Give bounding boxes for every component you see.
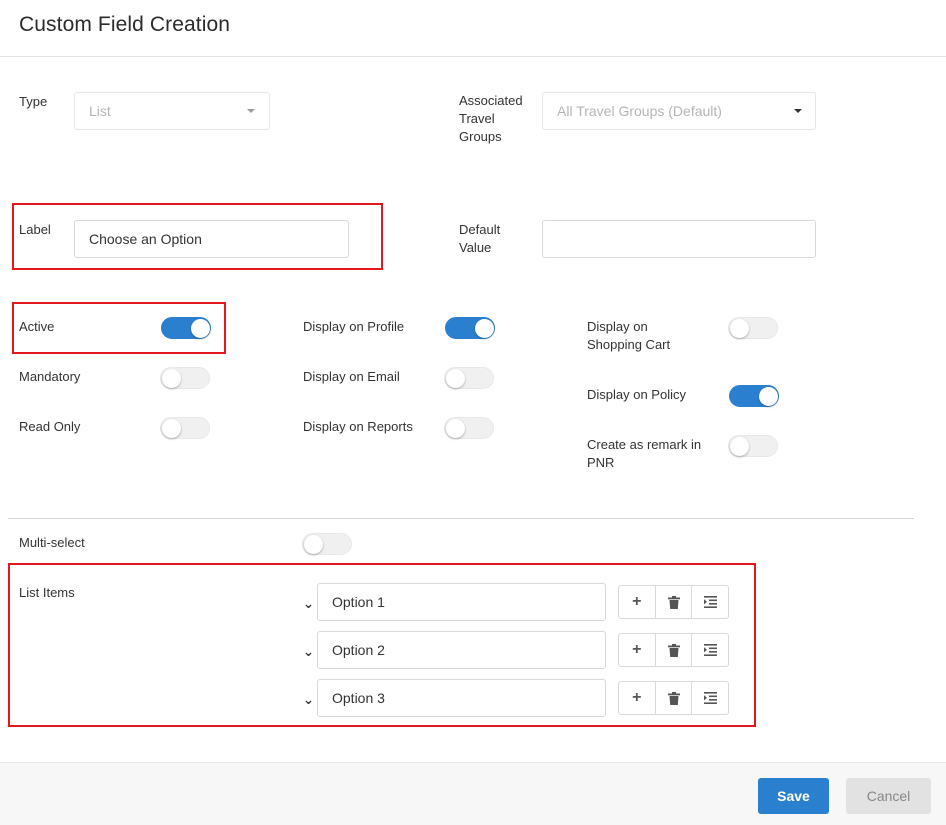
display-reports-label: Display on Reports — [303, 419, 413, 434]
default-value-label: Default Value — [459, 221, 500, 257]
highlight-box-list-items — [8, 563, 756, 727]
display-profile-toggle[interactable] — [445, 317, 495, 339]
toggle-knob — [162, 419, 181, 438]
travel-groups-label-line: Travel — [459, 111, 495, 126]
highlight-box-label — [12, 203, 383, 270]
remark-pnr-label: Create as remark in PNR — [587, 436, 701, 472]
mandatory-label: Mandatory — [19, 369, 81, 384]
travel-groups-label-line: Groups — [459, 129, 502, 144]
display-reports-toggle[interactable] — [444, 417, 494, 439]
toggle-knob — [730, 319, 749, 338]
display-cart-label-line: Shopping Cart — [587, 337, 671, 352]
type-select[interactable]: List — [74, 92, 270, 130]
display-email-label: Display on Email — [303, 369, 400, 384]
section-divider — [8, 518, 914, 519]
travel-groups-select-value: All Travel Groups (Default) — [557, 103, 722, 119]
highlight-box-active — [12, 302, 226, 354]
toggle-knob — [446, 419, 465, 438]
read-only-label: Read Only — [19, 419, 81, 434]
page-title: Custom Field Creation — [19, 13, 231, 36]
remark-pnr-label-line: Create as remark in — [587, 437, 702, 452]
multi-select-toggle[interactable] — [302, 533, 352, 555]
toggle-knob — [162, 369, 181, 388]
dialog-header: Custom Field Creation — [0, 0, 946, 57]
default-value-label-line: Default — [459, 222, 501, 237]
type-label: Type — [19, 94, 48, 109]
toggle-knob — [475, 319, 494, 338]
multi-select-label: Multi-select — [19, 535, 85, 550]
toggle-knob — [759, 387, 778, 406]
save-button[interactable]: Save — [758, 778, 829, 814]
dialog-footer: Save Cancel — [0, 762, 946, 825]
display-email-toggle[interactable] — [444, 367, 494, 389]
toggle-knob — [304, 535, 323, 554]
remark-pnr-label-line: PNR — [587, 455, 615, 470]
cancel-button[interactable]: Cancel — [846, 778, 931, 814]
display-profile-label: Display on Profile — [303, 319, 405, 334]
toggle-knob — [730, 437, 749, 456]
display-cart-label: Display on Shopping Cart — [587, 318, 670, 354]
display-cart-toggle[interactable] — [728, 317, 778, 339]
remark-pnr-toggle[interactable] — [728, 435, 778, 457]
display-policy-toggle[interactable] — [729, 385, 779, 407]
type-select-value: List — [89, 103, 111, 119]
default-value-label-line: Value — [459, 240, 492, 255]
chevron-down-icon — [794, 109, 802, 113]
mandatory-toggle[interactable] — [160, 367, 210, 389]
travel-groups-label-line: Associated — [459, 93, 523, 108]
display-cart-label-line: Display on — [587, 319, 648, 334]
chevron-down-icon — [247, 109, 255, 113]
read-only-toggle[interactable] — [160, 417, 210, 439]
toggle-knob — [446, 369, 465, 388]
travel-groups-select[interactable]: All Travel Groups (Default) — [542, 92, 816, 130]
display-policy-label: Display on Policy — [587, 387, 686, 402]
travel-groups-label: Associated Travel Groups — [459, 92, 523, 146]
default-value-input[interactable] — [542, 220, 816, 258]
